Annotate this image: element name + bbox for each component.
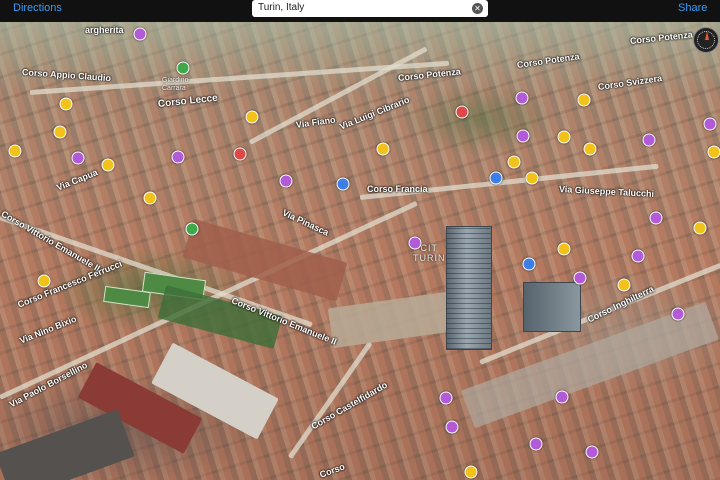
street-label: Via Giuseppe Talucchi xyxy=(558,184,655,199)
poi-pin-icon[interactable] xyxy=(525,171,539,185)
large-roof xyxy=(0,409,135,480)
share-button[interactable]: Share xyxy=(678,2,707,14)
poi-pin-icon[interactable] xyxy=(707,145,720,159)
poi-pin-icon[interactable] xyxy=(101,158,115,172)
poi-pin-icon[interactable] xyxy=(577,93,591,107)
poi-pin-icon[interactable] xyxy=(529,437,543,451)
poi-pin-icon[interactable] xyxy=(455,105,469,119)
poi-label: Giardino Carrara xyxy=(162,77,189,92)
street-label: Corso xyxy=(318,461,347,480)
poi-pin-icon[interactable] xyxy=(71,151,85,165)
poi-pin-icon[interactable] xyxy=(133,27,147,41)
poi-pin-icon[interactable] xyxy=(376,142,390,156)
poi-pin-icon[interactable] xyxy=(171,150,185,164)
poi-pin-icon[interactable] xyxy=(583,142,597,156)
poi-pin-icon[interactable] xyxy=(649,211,663,225)
poi-pin-icon[interactable] xyxy=(573,271,587,285)
search-field[interactable]: Turin, Italy ✕ xyxy=(252,0,488,17)
poi-pin-icon[interactable] xyxy=(631,249,645,263)
poi-pin-icon[interactable] xyxy=(693,221,707,235)
map-view[interactable]: CIT TURIN Giardino Carrara argherita Cor… xyxy=(0,0,720,480)
street-label: Via Luigi Cibrario xyxy=(338,94,411,132)
poi-pin-icon[interactable] xyxy=(53,125,67,139)
clear-search-icon[interactable]: ✕ xyxy=(472,3,483,14)
search-input-value[interactable]: Turin, Italy xyxy=(258,2,304,13)
top-toolbar: Directions Turin, Italy ✕ Share xyxy=(0,0,720,22)
street-label: argherita xyxy=(85,25,124,35)
poi-pin-icon[interactable] xyxy=(233,147,247,161)
poi-pin-icon[interactable] xyxy=(557,130,571,144)
poi-pin-icon[interactable] xyxy=(176,61,190,75)
poi-pin-icon[interactable] xyxy=(143,191,157,205)
street-label: Corso Castelfidardo xyxy=(309,379,389,432)
poi-pin-icon[interactable] xyxy=(489,171,503,185)
construction-site xyxy=(327,291,453,349)
directions-button[interactable]: Directions xyxy=(13,2,62,14)
street-label: Corso Vittorio Emanuele II xyxy=(0,208,102,274)
compass-icon[interactable] xyxy=(693,27,719,53)
poi-pin-icon[interactable] xyxy=(279,174,293,188)
poi-pin-icon[interactable] xyxy=(507,155,521,169)
poi-pin-icon[interactable] xyxy=(516,129,530,143)
poi-pin-icon[interactable] xyxy=(515,91,529,105)
poi-pin-icon[interactable] xyxy=(671,307,685,321)
street-label: Corso Lecce xyxy=(157,92,219,110)
glass-building xyxy=(523,282,581,332)
poi-pin-icon[interactable] xyxy=(245,110,259,124)
poi-pin-icon[interactable] xyxy=(585,445,599,459)
street-label: Corso Francia xyxy=(367,184,428,194)
poi-pin-icon[interactable] xyxy=(642,133,656,147)
poi-pin-icon[interactable] xyxy=(557,242,571,256)
poi-pin-icon[interactable] xyxy=(336,177,350,191)
poi-pin-icon[interactable] xyxy=(408,236,422,250)
poi-pin-icon[interactable] xyxy=(703,117,717,131)
poi-pin-icon[interactable] xyxy=(59,97,73,111)
street-label: Via Pinasca xyxy=(280,207,331,238)
poi-pin-icon[interactable] xyxy=(445,420,459,434)
poi-pin-icon[interactable] xyxy=(522,257,536,271)
poi-pin-icon[interactable] xyxy=(617,278,631,292)
poi-pin-icon[interactable] xyxy=(439,391,453,405)
poi-pin-icon[interactable] xyxy=(8,144,22,158)
street-label: Via Capua xyxy=(55,167,100,193)
poi-pin-icon[interactable] xyxy=(555,390,569,404)
skyscraper xyxy=(446,226,492,350)
street-label: Via Nino Bixio xyxy=(18,313,78,346)
poi-pin-icon[interactable] xyxy=(37,274,51,288)
poi-pin-icon[interactable] xyxy=(464,465,478,479)
poi-pin-icon[interactable] xyxy=(185,222,199,236)
